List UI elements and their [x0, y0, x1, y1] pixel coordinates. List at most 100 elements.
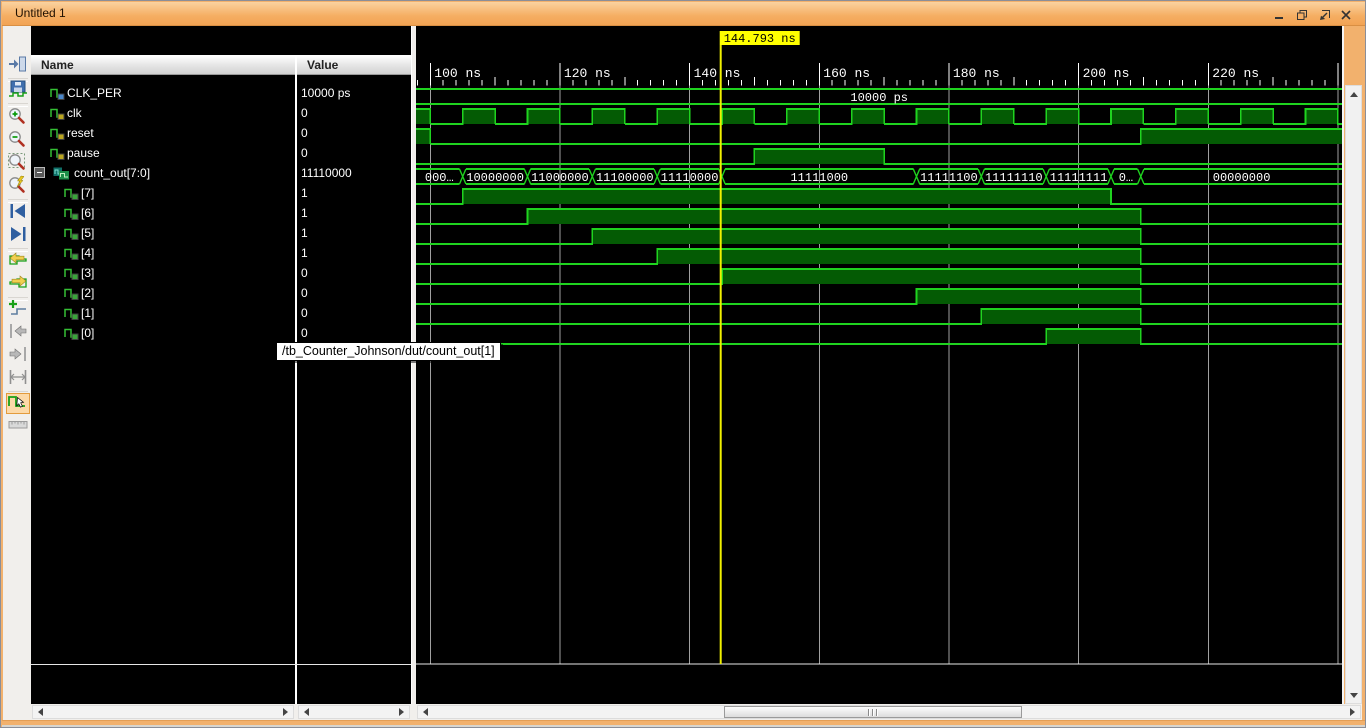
window-bottom-frame [2, 720, 1366, 728]
wave-vertical-scrollbar[interactable] [1345, 85, 1362, 704]
restore-icon [1296, 8, 1308, 26]
zoom-to-full-view-button[interactable] [6, 154, 30, 175]
value-scroll-right-arrow[interactable] [395, 706, 408, 718]
signal-row-5[interactable]: [5]1 [31, 223, 411, 243]
measure-markers-icon [7, 367, 29, 392]
title-bar[interactable]: Untitled 1 [2, 2, 1366, 26]
snap-to-transition-icon [7, 391, 29, 416]
signal-row-clk[interactable]: clk0 [31, 103, 411, 123]
go-to-time-zero-button[interactable] [6, 252, 30, 273]
add-marker-button[interactable] [6, 300, 30, 321]
signal-name: [0] [81, 326, 94, 340]
zoom-to-cursor-button[interactable] [6, 177, 30, 198]
go-to-latest-time-icon [7, 273, 29, 298]
dock-panel-button[interactable] [6, 56, 30, 77]
svg-text:11111111: 11111111 [1050, 171, 1108, 185]
previous-marker-button[interactable] [6, 323, 30, 344]
svg-text:11111110: 11111110 [985, 171, 1043, 185]
wave-scroll-left-arrow[interactable] [419, 706, 432, 718]
go-to-previous-transition-icon [7, 201, 29, 226]
column-divider[interactable] [295, 55, 297, 720]
zoom-in-icon [7, 106, 29, 131]
svg-text:120 ns: 120 ns [564, 66, 611, 81]
close-icon [1340, 8, 1352, 26]
signal-row-pause[interactable]: pause 0 [31, 143, 411, 163]
next-marker-button[interactable] [6, 346, 30, 367]
signal-row-2[interactable]: [2] 0 [31, 283, 411, 303]
scroll-down-arrow[interactable] [1346, 687, 1361, 703]
signal-row-6[interactable]: [6] 1 [31, 203, 411, 223]
signal-name: [1] [81, 306, 94, 320]
wave-scroll-right-arrow[interactable] [1346, 706, 1359, 718]
scroll-up-arrow[interactable] [1346, 86, 1361, 102]
svg-text:160 ns: 160 ns [823, 66, 870, 81]
measure-markers-button[interactable] [6, 369, 30, 390]
svg-text:100 ns: 100 ns [434, 66, 481, 81]
next-marker-icon [7, 344, 29, 369]
svg-text:11000000: 11000000 [531, 171, 589, 185]
signal-name: [2] [81, 286, 94, 300]
restore-button[interactable] [1293, 9, 1311, 24]
signal-name: [3] [81, 266, 94, 280]
floating-ruler-button[interactable] [6, 416, 30, 437]
signal-value: 0 [301, 126, 308, 140]
signal-value: 1 [301, 186, 308, 200]
collapse-expander[interactable] [34, 167, 45, 178]
add-marker-icon [7, 298, 29, 323]
signal-row-CLK_PER[interactable]: CLK_PER10000 ps [31, 83, 411, 103]
value-column-header[interactable]: Value [307, 58, 338, 72]
signal-row-count_out70[interactable]: count_out[7:0]11110000 [31, 163, 411, 183]
go-to-previous-transition-button[interactable] [6, 203, 30, 224]
bottom-scroll-row [31, 704, 1362, 720]
signal-value: 1 [301, 246, 308, 260]
value-scroll-left-arrow[interactable] [300, 706, 313, 718]
signal-value: 0 [301, 326, 308, 340]
value-hscrollbar[interactable] [298, 705, 410, 719]
go-to-next-transition-button[interactable] [6, 226, 30, 247]
signal-value: 10000 ps [301, 86, 350, 100]
signal-name: pause [67, 146, 100, 160]
snap-to-transition-button[interactable] [6, 393, 30, 414]
float-button[interactable] [1315, 9, 1333, 24]
go-to-time-zero-icon [7, 250, 29, 275]
zoom-in-button[interactable] [6, 108, 30, 129]
waveform-canvas[interactable]: 100 ns120 ns140 ns160 ns180 ns200 ns220 … [416, 26, 1342, 704]
wave-hscrollbar[interactable] [417, 705, 1361, 719]
signal-value: 0 [301, 146, 308, 160]
signal-name: [6] [81, 206, 94, 220]
save-waveform-button[interactable] [6, 81, 30, 102]
save-waveform-icon [7, 79, 29, 104]
signal-row-4[interactable]: [4]1 [31, 243, 411, 263]
svg-text:11110000: 11110000 [661, 171, 719, 185]
signal-value: 0 [301, 266, 308, 280]
svg-text:200 ns: 200 ns [1083, 66, 1130, 81]
name-column-header[interactable]: Name [41, 58, 74, 72]
signal-row-1[interactable]: [1]0 [31, 303, 411, 323]
svg-text:00000000: 00000000 [1213, 171, 1271, 185]
signal-value: 0 [301, 106, 308, 120]
name-scroll-left-arrow[interactable] [34, 706, 47, 718]
wave-scroll-thumb[interactable] [724, 706, 1022, 718]
window-title: Untitled 1 [15, 6, 66, 20]
svg-text:11100000: 11100000 [596, 171, 654, 185]
wave-right-border [1342, 26, 1344, 720]
signal-row-3[interactable]: [3] 0 [31, 263, 411, 283]
go-to-latest-time-button[interactable] [6, 275, 30, 296]
signal-row-0[interactable]: [0] 0 [31, 323, 411, 343]
signal-value: 1 [301, 206, 308, 220]
name-hscrollbar[interactable] [32, 705, 294, 719]
close-button[interactable] [1337, 9, 1355, 24]
signal-value: 1 [301, 226, 308, 240]
signal-value: 0 [301, 286, 308, 300]
signal-row-reset[interactable]: reset0 [31, 123, 411, 143]
minimize-button[interactable] [1270, 9, 1288, 24]
panel-bottom-line [31, 664, 411, 665]
go-to-next-transition-icon [7, 224, 29, 249]
wave-window: Untitled 1 Name Value CLK_PER10000 psclk… [0, 0, 1366, 728]
name-scroll-right-arrow[interactable] [279, 706, 292, 718]
svg-text:10000 ps: 10000 ps [850, 91, 908, 105]
signal-row-7[interactable]: [7]1 [31, 183, 411, 203]
zoom-out-button[interactable] [6, 131, 30, 152]
signal-value: 11110000 [301, 166, 352, 180]
svg-text:0…: 0… [1119, 171, 1133, 185]
